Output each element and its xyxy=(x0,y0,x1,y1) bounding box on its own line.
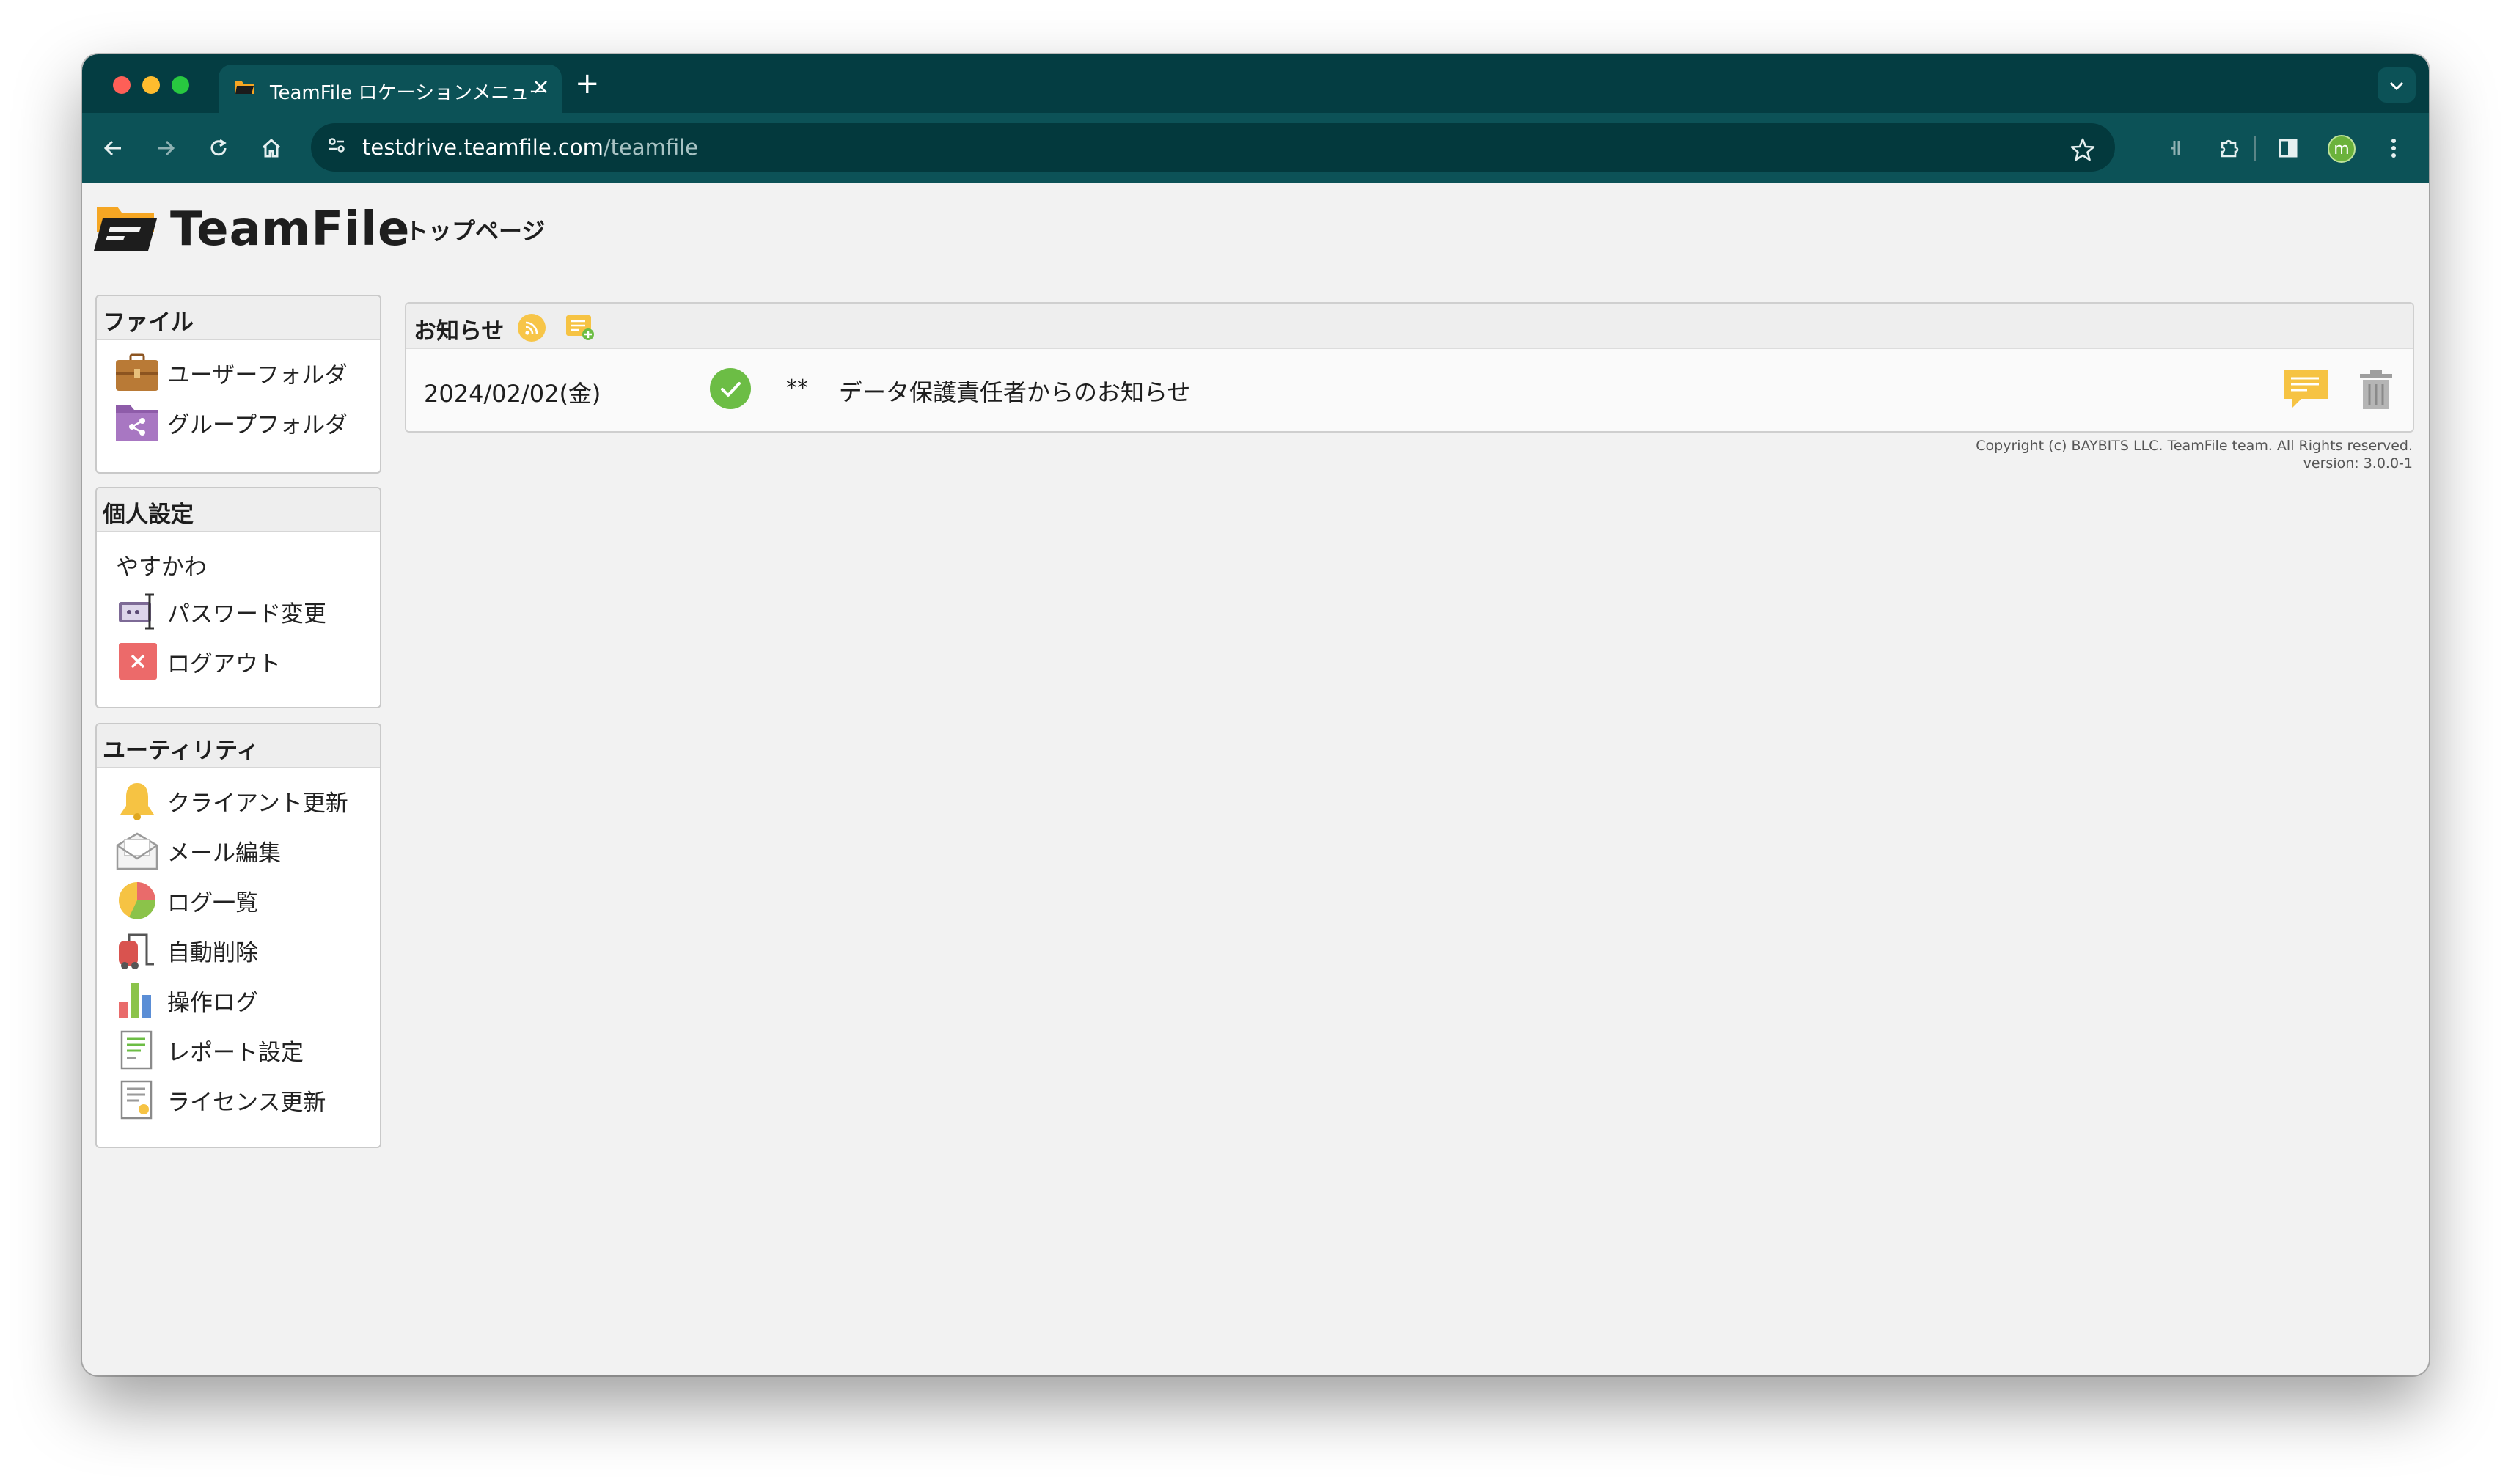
home-icon xyxy=(262,138,281,158)
teamfile-logo-icon[interactable] xyxy=(94,202,157,252)
menu-item-license-update[interactable]: ライセンス更新 xyxy=(97,1075,380,1125)
tab-close-icon[interactable]: × xyxy=(532,75,550,100)
add-notice-icon[interactable] xyxy=(565,312,595,342)
profile-avatar[interactable]: m xyxy=(2328,135,2356,163)
copyright-text: Copyright (c) BAYBITS LLC. TeamFile team… xyxy=(1976,438,2413,454)
version-text: version: 3.0.0-1 xyxy=(2303,455,2413,471)
more-vertical-icon xyxy=(2391,139,2396,158)
browser-toolbar: testdrive.teamfile.com/teamfile m xyxy=(82,113,2429,183)
tab-strip: TeamFile ロケーションメニュー × + xyxy=(82,54,2429,113)
shared-folder-icon xyxy=(114,403,160,442)
menu-item-label: クライアント更新 xyxy=(167,790,348,817)
back-button[interactable] xyxy=(94,129,132,167)
puzzle-icon xyxy=(2221,139,2239,158)
notice-panel-title: お知らせ xyxy=(414,318,505,345)
menu-item-operation-log[interactable]: 操作ログ xyxy=(97,975,380,1025)
notice-row[interactable]: 2024/02/02(金) ** データ保護責任者からのお知らせ xyxy=(406,349,2413,431)
url-host: testdrive.teamfile.com xyxy=(362,135,604,160)
menu-item-label: グループフォルダ xyxy=(167,411,348,438)
report-icon xyxy=(114,1030,160,1070)
side-panel-button[interactable] xyxy=(2269,129,2307,167)
trash-icon[interactable] xyxy=(2358,368,2394,411)
maximize-window-button[interactable] xyxy=(172,76,189,94)
menu-item-label: ログアウト xyxy=(167,650,281,677)
url-text[interactable]: testdrive.teamfile.com/teamfile xyxy=(362,135,698,160)
bookmark-star-icon[interactable] xyxy=(2070,132,2096,169)
reload-button[interactable] xyxy=(199,129,238,167)
personal-settings-panel: 個人設定 やすかわ パスワード変更 ログアウト xyxy=(95,487,381,708)
menu-item-label: レポート設定 xyxy=(167,1039,304,1066)
rss-icon[interactable] xyxy=(518,314,546,342)
toolbar-separator xyxy=(2254,136,2256,161)
username-label: やすかわ xyxy=(116,554,207,581)
menu-item-logout[interactable]: ログアウト xyxy=(97,636,380,686)
menu-item-label: ユーザーフォルダ xyxy=(167,361,348,389)
side-panel-icon xyxy=(2279,139,2298,158)
url-path: /teamfile xyxy=(603,135,699,160)
pie-chart-icon xyxy=(114,881,160,920)
tab-teamfile[interactable]: TeamFile ロケーションメニュー × xyxy=(219,65,562,113)
read-check-icon xyxy=(710,368,751,409)
menu-item-auto-delete[interactable]: 自動削除 xyxy=(97,925,380,975)
browser-menu-button[interactable] xyxy=(2375,129,2413,167)
extensions-button[interactable] xyxy=(2210,129,2248,167)
menu-item-label: メール編集 xyxy=(167,840,281,867)
arrow-right-icon xyxy=(158,140,175,156)
comment-icon[interactable] xyxy=(2282,368,2329,409)
license-icon xyxy=(114,1080,160,1120)
bell-icon xyxy=(114,781,160,820)
menu-item-label: ログ一覧 xyxy=(167,889,258,917)
tab-search-button[interactable] xyxy=(2378,67,2416,103)
new-tab-button[interactable]: + xyxy=(575,67,600,100)
reload-icon xyxy=(210,139,227,156)
minimize-window-button[interactable] xyxy=(142,76,160,94)
menu-item-label: 自動削除 xyxy=(167,939,258,966)
file-panel-title: ファイル xyxy=(97,296,380,340)
page-title: トップページ xyxy=(405,217,546,245)
menu-item-label: パスワード変更 xyxy=(167,600,326,628)
file-panel: ファイル ユーザーフォルダ グループフォルダ xyxy=(95,295,381,474)
chevron-down-icon xyxy=(2389,81,2404,91)
home-button[interactable] xyxy=(252,129,290,167)
menu-item-label: 操作ログ xyxy=(167,989,258,1016)
menu-item-log-list[interactable]: ログ一覧 xyxy=(97,875,380,925)
browser-window: TeamFile ロケーションメニュー × + testdrive.teamfi… xyxy=(82,54,2429,1375)
forward-button[interactable] xyxy=(147,129,185,167)
notice-date: 2024/02/02(金) xyxy=(424,380,601,408)
notice-panel-header: お知らせ xyxy=(406,304,2413,349)
site-settings-icon[interactable] xyxy=(324,135,349,160)
extension-puzzle-dim-icon xyxy=(2171,141,2180,155)
bar-chart-icon xyxy=(114,980,160,1020)
logout-icon xyxy=(114,642,160,681)
footer-copyright: Copyright (c) BAYBITS LLC. TeamFile team… xyxy=(1976,437,2413,472)
close-window-button[interactable] xyxy=(113,76,131,94)
menu-item-group-folder[interactable]: グループフォルダ xyxy=(97,397,380,447)
notice-marker: ** xyxy=(786,375,808,401)
vacuum-icon xyxy=(114,930,160,970)
utility-panel-title: ユーティリティ xyxy=(97,724,380,768)
personal-panel-title: 個人設定 xyxy=(97,488,380,532)
menu-item-change-password[interactable]: パスワード変更 xyxy=(97,587,380,636)
notice-panel: お知らせ 2024/02/02(金) ** データ保護責任者からのお知らせ xyxy=(405,302,2414,433)
password-icon xyxy=(114,592,160,631)
mail-icon xyxy=(114,831,160,870)
arrow-left-icon xyxy=(103,140,121,156)
briefcase-icon xyxy=(114,353,160,392)
menu-item-report-settings[interactable]: レポート設定 xyxy=(97,1025,380,1075)
extension-button[interactable] xyxy=(2158,129,2196,167)
teamfile-favicon-icon xyxy=(235,81,254,94)
menu-item-user-folder[interactable]: ユーザーフォルダ xyxy=(97,348,380,397)
address-bar[interactable]: testdrive.teamfile.com/teamfile xyxy=(311,123,2115,172)
utility-panel: ユーティリティ クライアント更新 メール編集 ログ一覧 自動削除 操作ログ レポ… xyxy=(95,723,381,1148)
tab-title: TeamFile ロケーションメニュー xyxy=(270,82,549,104)
menu-item-client-update[interactable]: クライアント更新 xyxy=(97,776,380,826)
logo-text[interactable]: TeamFile xyxy=(170,202,410,257)
menu-item-mail-edit[interactable]: メール編集 xyxy=(97,826,380,875)
page-content: TeamFile トップページ ファイル ユーザーフォルダ グループフォルダ 個… xyxy=(82,183,2429,1375)
menu-item-label: ライセンス更新 xyxy=(167,1089,326,1116)
notice-link[interactable]: データ保護責任者からのお知らせ xyxy=(839,374,1190,408)
